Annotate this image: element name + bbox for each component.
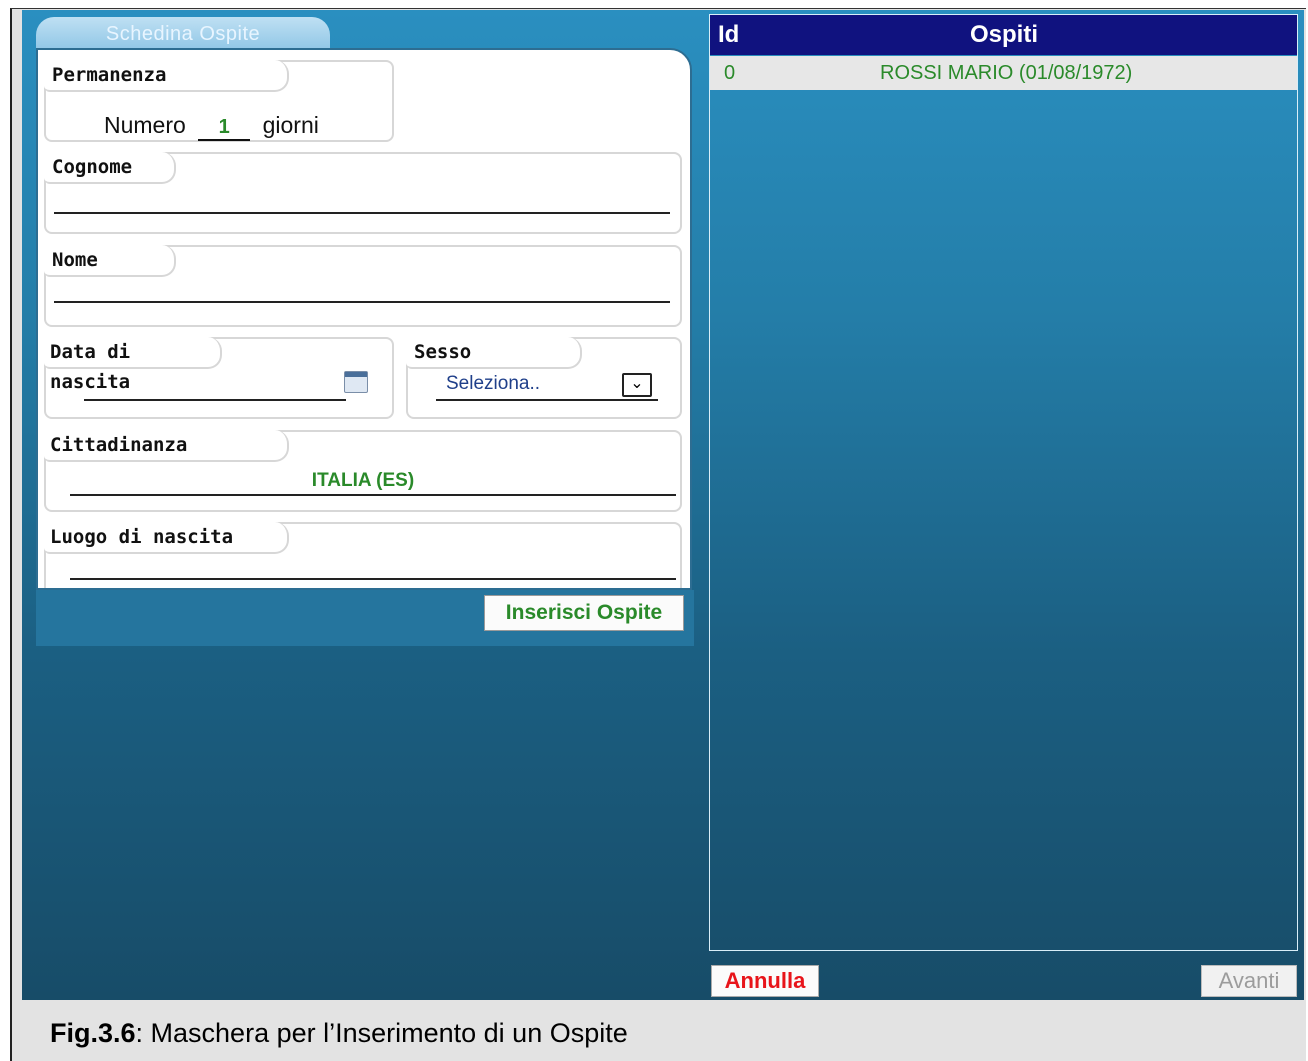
giorni-label: giorni [262,112,319,138]
guest-form-panel: Permanenza Numero 1 giorni Cognome Nome … [36,48,692,590]
inserisci-ospite-button[interactable]: Inserisci Ospite [484,595,684,631]
numero-label: Numero [104,112,186,138]
sesso-underline [436,399,658,401]
cittadinanza-legend: Cittadinanza [44,430,289,462]
cittadinanza-underline [70,494,676,496]
data-nascita-input[interactable] [84,399,346,401]
nome-group: Nome [44,245,682,327]
luogo-nascita-legend: Luogo di nascita [44,522,289,554]
permanenza-group: Permanenza Numero 1 giorni [44,60,394,142]
cognome-legend: Cognome [44,152,176,184]
sesso-select[interactable]: Seleziona.. [446,373,540,395]
data-nascita-legend: Data di nascita [44,337,222,393]
column-header-id[interactable]: Id [718,21,739,49]
guest-list-panel: Id Ospiti 0 ROSSI MARIO (01/08/1972) [709,14,1298,951]
luogo-nascita-group: Luogo di nascita [44,522,682,588]
permanenza-row: Numero 1 giorni [104,112,319,141]
cognome-input[interactable] [54,212,670,214]
sesso-legend: Sesso [406,337,582,369]
giorni-input[interactable]: 1 [198,116,251,141]
cognome-group: Cognome [44,152,682,234]
nome-legend: Nome [44,245,176,277]
column-header-ospiti[interactable]: Ospiti [970,21,1038,49]
caption-label: Fig.3.6 [50,1018,136,1048]
calendar-icon[interactable] [344,371,368,393]
luogo-nascita-input[interactable] [70,578,676,580]
row-guest-name: ROSSI MARIO (01/08/1972) [880,62,1133,84]
nome-input[interactable] [54,301,670,303]
chevron-down-icon[interactable]: ⌄ [622,373,652,397]
annulla-button[interactable]: Annulla [711,965,819,997]
cittadinanza-group: Cittadinanza ITALIA (ES) [44,430,682,512]
avanti-button[interactable]: Avanti [1201,965,1297,997]
row-id: 0 [724,62,736,84]
cittadinanza-value[interactable]: ITALIA (ES) [46,470,680,492]
permanenza-legend: Permanenza [44,60,289,92]
guest-list-header: Id Ospiti [710,15,1297,55]
data-nascita-group: Data di nascita [44,337,394,419]
tab-schedina-ospite[interactable]: Schedina Ospite [36,17,330,51]
sesso-group: Sesso Seleziona.. ⌄ [406,337,682,419]
table-row[interactable]: 0 ROSSI MARIO (01/08/1972) [710,56,1297,90]
caption-text: : Maschera per l’Inserimento di un Ospit… [135,1018,628,1048]
figure-caption: Fig.3.6: Maschera per l’Inserimento di u… [50,1018,628,1049]
